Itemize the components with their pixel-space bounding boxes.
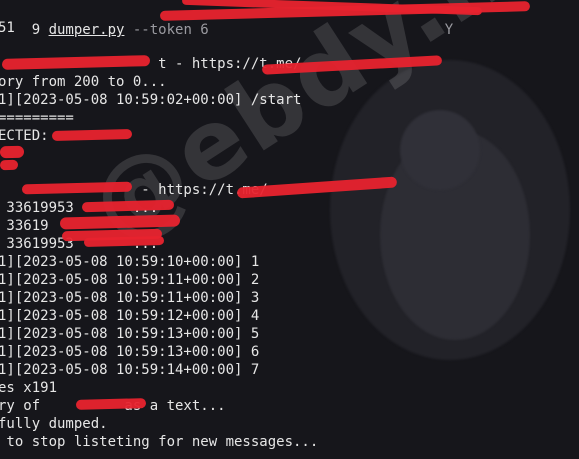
output-line: 51 bbox=[0, 20, 15, 36]
prompt-fragment: 9 bbox=[31, 22, 49, 38]
redaction-mark bbox=[0, 145, 25, 159]
output-line: 1][2023-05-08 10:59:02+00:00] /start bbox=[0, 92, 302, 108]
output-line: 1][2023-05-08 10:59:12+00:00] 4 bbox=[0, 308, 260, 324]
redaction-mark bbox=[51, 128, 133, 142]
output-line: es x191 bbox=[0, 380, 58, 396]
output-line: 1][2023-05-08 10:59:13+00:00] 5 bbox=[0, 326, 260, 342]
output-line: ory from 200 to 0... bbox=[0, 74, 167, 90]
token-flag: --token 6 bbox=[124, 22, 209, 38]
output-line: fully dumped. bbox=[0, 416, 108, 432]
output-line: 1][2023-05-08 10:59:13+00:00] 6 bbox=[0, 344, 260, 360]
output-line: to stop listeting for new messages... bbox=[0, 434, 319, 450]
output-line: ========= bbox=[0, 110, 74, 126]
token-tail: Y bbox=[208, 22, 454, 38]
output-line: 1][2023-05-08 10:59:11+00:00] 3 bbox=[0, 290, 260, 306]
redaction-mark bbox=[0, 159, 19, 171]
script-name: dumper.py bbox=[48, 22, 125, 38]
output-line: 1][2023-05-08 10:59:14+00:00] 7 bbox=[0, 362, 260, 378]
output-line: 33619 bbox=[0, 218, 49, 234]
output-line: 1][2023-05-08 10:59:11+00:00] 2 bbox=[0, 272, 260, 288]
output-line: 1][2023-05-08 10:59:10+00:00] 1 bbox=[0, 254, 260, 270]
output-line: ECTED: bbox=[0, 128, 49, 144]
redaction-mark bbox=[75, 398, 147, 410]
